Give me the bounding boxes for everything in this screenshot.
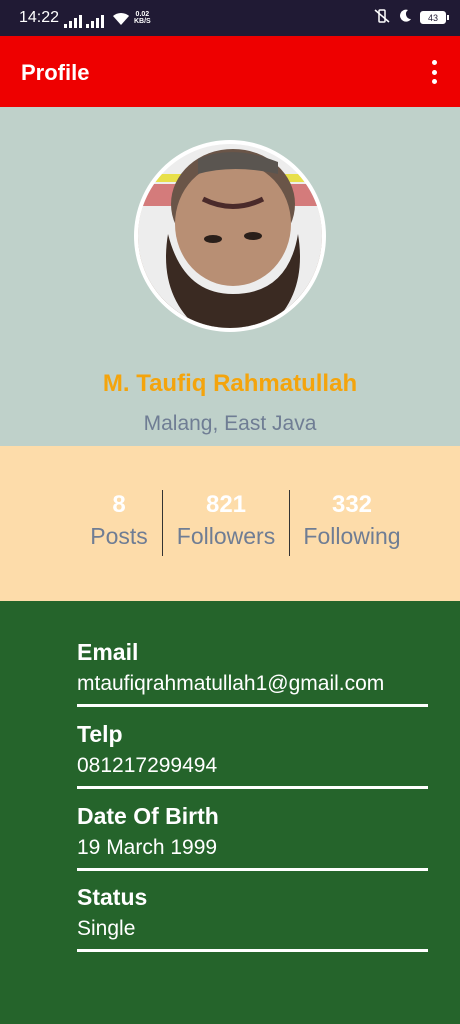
net-speed-value: 0.02 [135,11,150,18]
avatar[interactable] [134,140,326,332]
profile-location: Malang, East Java [143,412,317,435]
detail-label: Email [77,639,139,665]
detail-label: Status [77,884,148,910]
stats-bar: 8 Posts 821 Followers 332 Following [0,446,460,601]
status-bar: 14:22 0.02 KB/S 43 [0,0,460,36]
page-title: Profile [21,60,90,85]
detail-status: Status Single [77,884,428,952]
detail-value: 081217299494 [77,754,218,777]
net-speed-unit: KB/S [134,18,151,25]
stat-following[interactable]: 332 Following [298,491,406,550]
stat-divider [162,490,163,556]
detail-label: Telp [77,721,123,747]
detail-value: Single [77,917,136,940]
detail-value: mtaufiqrahmatullah1@gmail.com [77,672,385,695]
detail-telp: Telp 081217299494 [77,721,428,789]
stat-value: 8 [112,491,126,518]
wifi-icon [112,12,130,28]
status-time: 14:22 [19,9,60,26]
stat-followers[interactable]: 821 Followers [170,491,282,550]
detail-label: Date Of Birth [77,803,219,829]
stat-value: 821 [205,491,247,518]
signal-icon [64,14,82,28]
signal-icon-2 [86,14,104,28]
status-right-icons: 43 [374,9,449,26]
profile-details: Email mtaufiqrahmatullah1@gmail.com Telp… [0,601,460,1024]
vibrate-mute-icon [374,9,390,26]
stat-label: Following [303,523,401,549]
signal-icons [64,12,130,28]
stat-label: Posts [90,523,148,549]
moon-icon [398,9,412,26]
stat-label: Followers [176,523,276,549]
stat-divider [289,490,290,556]
profile-name: M. Taufiq Rahmatullah [102,370,358,397]
net-speed: 0.02 KB/S [134,11,151,25]
detail-email: Email mtaufiqrahmatullah1@gmail.com [77,639,428,707]
detail-value: 19 March 1999 [77,836,218,859]
overflow-menu-icon[interactable] [430,60,438,84]
detail-date-of-birth: Date Of Birth 19 March 1999 [77,803,428,871]
battery-icon: 43 [420,11,449,24]
app-bar: Profile [0,36,460,107]
stat-value: 332 [331,491,373,518]
profile-header: M. Taufiq Rahmatullah Malang, East Java [0,107,460,446]
stat-posts[interactable]: 8 Posts [82,491,156,550]
avatar-photo [138,144,322,328]
